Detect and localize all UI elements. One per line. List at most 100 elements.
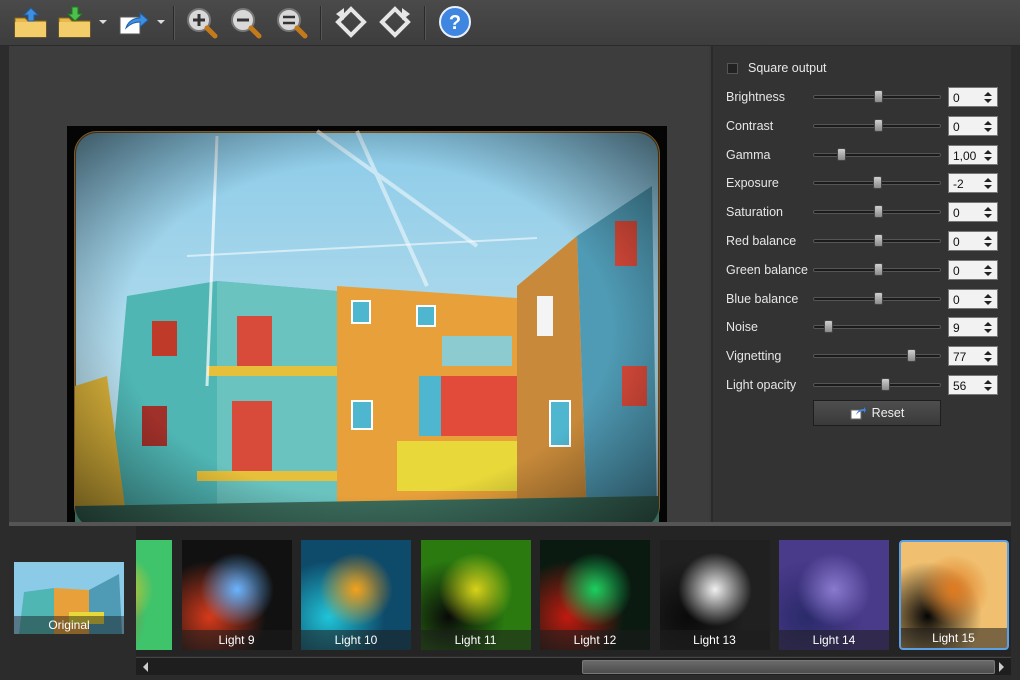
spinbox-value: 0 [953,292,960,307]
adjustments-panel: Square output Brightness 0 Contrast 0 Gamma 1… [711,46,1011,522]
share-dropdown-icon[interactable] [156,18,166,26]
zoom-fit-icon[interactable] [272,4,310,40]
value-spinbox[interactable]: 1,00 [948,144,998,165]
slider-row-brightness: Brightness 0 [726,86,1006,108]
value-spinbox[interactable]: 0 [948,231,998,251]
slider-thumb[interactable] [874,262,883,276]
effect-label: Light 14 [779,630,889,650]
slider-thumb[interactable] [823,320,833,334]
slider-track[interactable] [813,152,941,157]
spinbox-value: 9 [953,321,960,336]
window-edge [0,46,9,680]
effect-label: Light 10 [301,630,411,650]
slider-row-light-opacity: Light opacity 56 [726,374,1006,396]
reset-label: Reset [871,406,905,420]
zoom-in-icon[interactable] [182,4,220,40]
value-spinbox[interactable]: 56 [948,375,998,395]
open-icon[interactable] [12,4,50,40]
slider-thumb[interactable] [881,378,891,391]
spin-arrows-icon[interactable] [980,204,996,220]
effect-thumbnails: Light 9 Light 10 Light 11 Light 12 Light 13 L… [136,526,1011,656]
effect-thumbnail[interactable]: Light 13 [659,540,770,650]
spinbox-value: 0 [953,263,960,278]
reset-button[interactable]: Reset [813,400,941,426]
slider-thumb[interactable] [906,349,916,363]
value-spinbox[interactable]: -2 [948,173,998,194]
save-icon[interactable] [56,4,94,40]
slider-label: Saturation [726,205,783,220]
spin-arrows-icon[interactable] [980,319,996,335]
effect-label: Light 11 [420,630,531,650]
slider-row-saturation: Saturation 0 [726,201,1006,223]
spinbox-value: -2 [953,177,964,192]
slider-thumb[interactable] [837,147,847,161]
slider-track[interactable] [813,383,941,387]
help-icon[interactable]: ? [436,4,474,40]
slider-row-blue-balance: Blue balance 0 [726,288,1006,310]
slider-thumb[interactable] [874,90,883,103]
effect-thumbnail[interactable]: Light 11 [420,540,531,650]
spinbox-value: 77 [953,350,967,365]
toolbar-separator [424,6,426,40]
rotate-right-icon[interactable] [376,4,414,40]
original-thumbnail[interactable]: Original [14,562,124,634]
save-dropdown-icon[interactable] [98,18,108,26]
effect-thumbnail[interactable]: Light 10 [301,540,411,650]
square-output-row[interactable]: Square output [727,61,827,75]
slider-row-red-balance: Red balance 0 [726,230,1006,252]
value-spinbox[interactable]: 0 [948,115,998,136]
effect-thumbnail[interactable]: Light 9 [181,540,292,650]
spin-arrows-icon[interactable] [980,262,996,278]
toolbar-separator [320,6,322,40]
slider-thumb[interactable] [874,291,883,305]
zoom-out-icon[interactable] [226,4,264,40]
spinbox-value: 56 [953,379,967,393]
filmstrip: Original Light 9 Light 10 Light 11 Light 12… [9,522,1011,680]
scroll-left-icon[interactable] [138,659,154,675]
value-spinbox[interactable]: 9 [948,317,998,338]
slider-label: Exposure [726,176,779,191]
slider-label: Blue balance [726,291,799,306]
effect-label: Light 13 [659,630,770,650]
preview-area [9,46,709,534]
effect-label: Light 9 [181,630,292,650]
effect-thumbnail[interactable]: Light 14 [779,540,889,650]
spin-arrows-icon[interactable] [980,377,996,393]
spin-arrows-icon[interactable] [980,348,996,364]
spinbox-value: 1,00 [953,148,977,163]
effect-thumbnail[interactable]: Light 15 [898,540,1009,650]
slider-thumb[interactable] [874,234,883,247]
slider-row-gamma: Gamma 1,00 [726,144,1006,166]
value-spinbox[interactable]: 0 [948,202,998,223]
spin-arrows-icon[interactable] [980,118,996,134]
value-spinbox[interactable]: 0 [948,259,998,280]
effect-thumbnail[interactable] [136,540,172,650]
spin-arrows-icon[interactable] [980,89,996,105]
slider-thumb[interactable] [874,205,883,219]
reset-icon [850,407,866,420]
share-icon[interactable] [114,4,152,40]
scroll-right-icon[interactable] [993,659,1009,675]
filmstrip-scrollbar[interactable] [136,657,1011,675]
toolbar: ? [0,0,1020,46]
scrollbar-thumb[interactable] [582,660,995,674]
spinbox-value: 0 [953,206,960,221]
photo-preview [67,126,667,534]
slider-label: Red balance [726,234,797,248]
value-spinbox[interactable]: 77 [948,346,998,367]
spin-arrows-icon[interactable] [980,233,996,249]
effect-thumbnail[interactable]: Light 12 [540,540,650,650]
rotate-left-icon[interactable] [332,4,370,40]
slider-label: Green balance [726,262,809,277]
square-output-checkbox[interactable] [727,62,738,74]
spin-arrows-icon[interactable] [980,147,996,163]
slider-thumb[interactable] [872,176,882,190]
spin-arrows-icon[interactable] [980,291,996,307]
value-spinbox[interactable]: 0 [948,288,998,309]
slider-row-green-balance: Green balance 0 [726,259,1006,281]
slider-row-noise: Noise 9 [726,316,1006,338]
slider-track[interactable] [813,354,941,359]
slider-thumb[interactable] [874,118,883,132]
spin-arrows-icon[interactable] [980,175,996,191]
value-spinbox[interactable]: 0 [948,87,998,107]
